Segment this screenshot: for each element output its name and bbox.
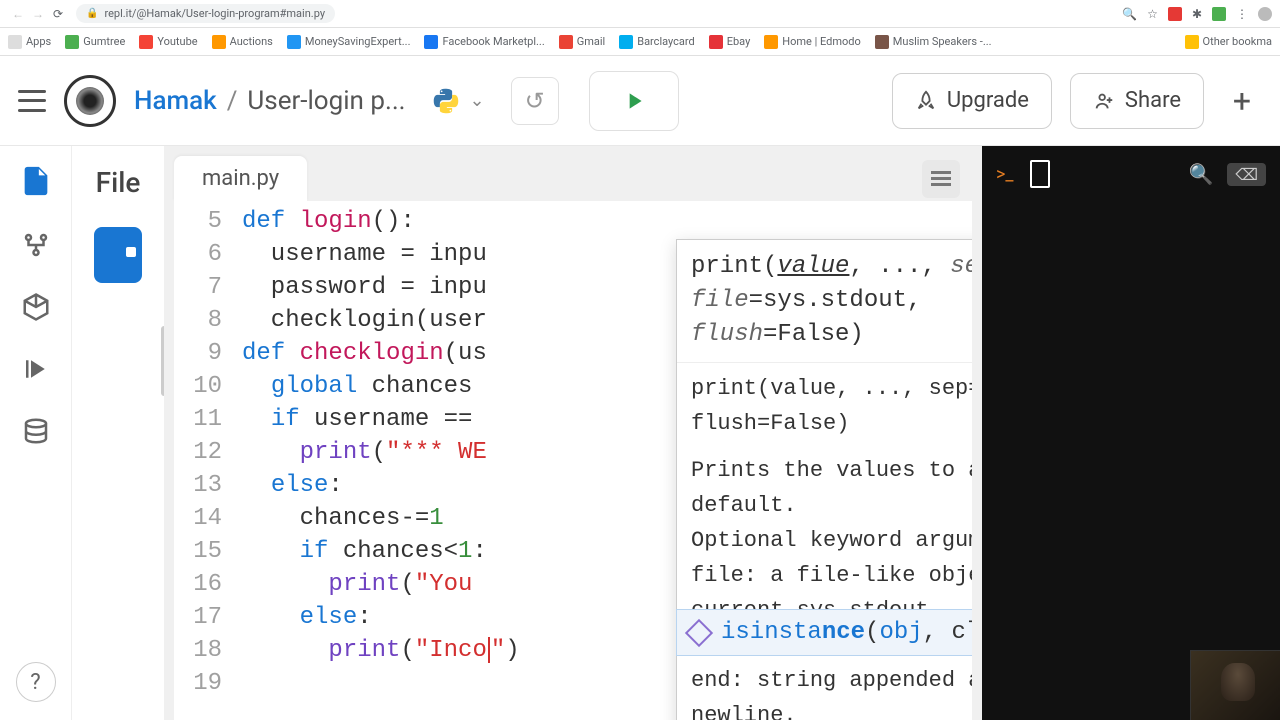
bookmark-mse[interactable]: MoneySavingExpert...: [287, 35, 411, 49]
bookmark-gmail[interactable]: Gmail: [559, 35, 605, 49]
webcam-overlay: [1190, 650, 1280, 720]
bookmark-auctions[interactable]: Auctions: [212, 35, 273, 49]
console-toolbar: >_ 🔍 ⌫: [982, 146, 1280, 202]
url-box[interactable]: 🔒 repl.it/@Hamak/User-login-program#main…: [76, 4, 335, 23]
console-prompt-icon[interactable]: >_: [996, 164, 1014, 185]
console-view-icon[interactable]: [1030, 160, 1050, 188]
files-panel-label: File: [96, 166, 141, 199]
python-icon: [432, 87, 460, 115]
other-bookmarks[interactable]: Other bookma: [1185, 35, 1272, 49]
hamburger-icon[interactable]: [18, 90, 46, 112]
person-plus-icon: [1093, 90, 1115, 112]
rocket-icon: [915, 90, 937, 112]
bookmark-muslim[interactable]: Muslim Speakers -...: [875, 35, 992, 49]
browser-extension-icons: 🔍 ☆ ✱ ⋮: [1122, 7, 1272, 21]
zoom-icon[interactable]: 🔍: [1122, 7, 1137, 21]
bookmark-edmodo[interactable]: Home | Edmodo: [764, 35, 861, 49]
back-arrow-icon[interactable]: ←: [8, 7, 28, 21]
bookmark-youtube[interactable]: Youtube: [139, 35, 197, 49]
bookmark-ebay[interactable]: Ebay: [709, 35, 751, 49]
ext-icon[interactable]: [1212, 7, 1226, 21]
bookmark-fb[interactable]: Facebook Marketpl...: [424, 35, 544, 49]
debugger-icon[interactable]: [21, 354, 51, 384]
autocomplete-text: isinstance(obj, class_or_tuple): [721, 616, 972, 649]
ext-icon[interactable]: ⋮: [1236, 7, 1248, 21]
breadcrumb-project[interactable]: User-login p...: [247, 86, 405, 116]
main-area: ? File main.py 5678910111213141516171819…: [0, 146, 1280, 720]
editor-tabs: main.py: [174, 156, 972, 201]
breadcrumb: Hamak / User-login p...: [134, 86, 406, 116]
bookmark-apps[interactable]: Apps: [8, 35, 51, 49]
breadcrumb-user[interactable]: Hamak: [134, 86, 217, 116]
bookmark-barclay[interactable]: Barclaycard: [619, 35, 695, 49]
files-icon[interactable]: [19, 164, 53, 198]
console-search-icon[interactable]: 🔍: [1188, 162, 1213, 186]
url-text: repl.it/@Hamak/User-login-program#main.p…: [104, 7, 325, 20]
signature-docs: print(value, ..., sep=' ', end='\n', fil…: [677, 363, 972, 720]
app-header: Hamak / User-login p... ⌄ ↺ Upgrade Shar…: [0, 56, 1280, 146]
line-gutter: 5678910111213141516171819: [174, 201, 234, 720]
bookmarks-bar: Apps Gumtree Youtube Auctions MoneySavin…: [0, 28, 1280, 56]
code-content[interactable]: def login(): username = inpu password = …: [234, 201, 520, 720]
breadcrumb-sep: /: [227, 86, 238, 116]
share-button[interactable]: Share: [1070, 73, 1204, 129]
editor-layout-icon[interactable]: [922, 160, 960, 198]
upgrade-button[interactable]: Upgrade: [892, 73, 1052, 129]
console-clear-icon[interactable]: ⌫: [1227, 163, 1266, 186]
symbol-class-icon: [685, 618, 713, 646]
history-button[interactable]: ↺: [511, 77, 559, 125]
reload-icon[interactable]: ⟳: [48, 7, 68, 21]
run-button[interactable]: [589, 71, 679, 131]
left-rail: ?: [0, 146, 72, 720]
help-button[interactable]: ?: [16, 662, 56, 702]
ext-icon[interactable]: [1168, 7, 1182, 21]
star-icon[interactable]: ☆: [1147, 7, 1158, 21]
database-icon[interactable]: [21, 416, 51, 446]
signature-primary: print(value, ..., sep=' ', end='\n', fil…: [677, 240, 972, 362]
autocomplete-item[interactable]: isinstance(obj, class_or_tuple) i: [676, 609, 972, 656]
console-panel: >_ 🔍 ⌫: [982, 146, 1280, 720]
browser-address-bar: ← → ⟳ 🔒 repl.it/@Hamak/User-login-progra…: [0, 0, 1280, 28]
files-panel: File: [72, 146, 164, 720]
lock-icon: 🔒: [86, 8, 98, 19]
version-control-icon[interactable]: [21, 230, 51, 260]
forward-arrow-icon: →: [28, 7, 48, 21]
tab-main-py[interactable]: main.py: [174, 156, 307, 201]
ext-icon[interactable]: ✱: [1192, 7, 1202, 21]
avatar-icon[interactable]: [1258, 7, 1272, 21]
file-main-py[interactable]: [94, 227, 142, 283]
bookmark-gumtree[interactable]: Gumtree: [65, 35, 125, 49]
replit-logo-icon[interactable]: [64, 75, 116, 127]
packages-icon[interactable]: [21, 292, 51, 322]
editor-panel: main.py 5678910111213141516171819 def lo…: [164, 146, 982, 720]
play-icon: [621, 88, 647, 114]
new-repl-button[interactable]: +: [1222, 82, 1262, 120]
code-editor[interactable]: 5678910111213141516171819 def login(): u…: [174, 201, 972, 720]
language-selector[interactable]: ⌄: [432, 87, 485, 115]
chevron-down-icon: ⌄: [470, 90, 485, 111]
